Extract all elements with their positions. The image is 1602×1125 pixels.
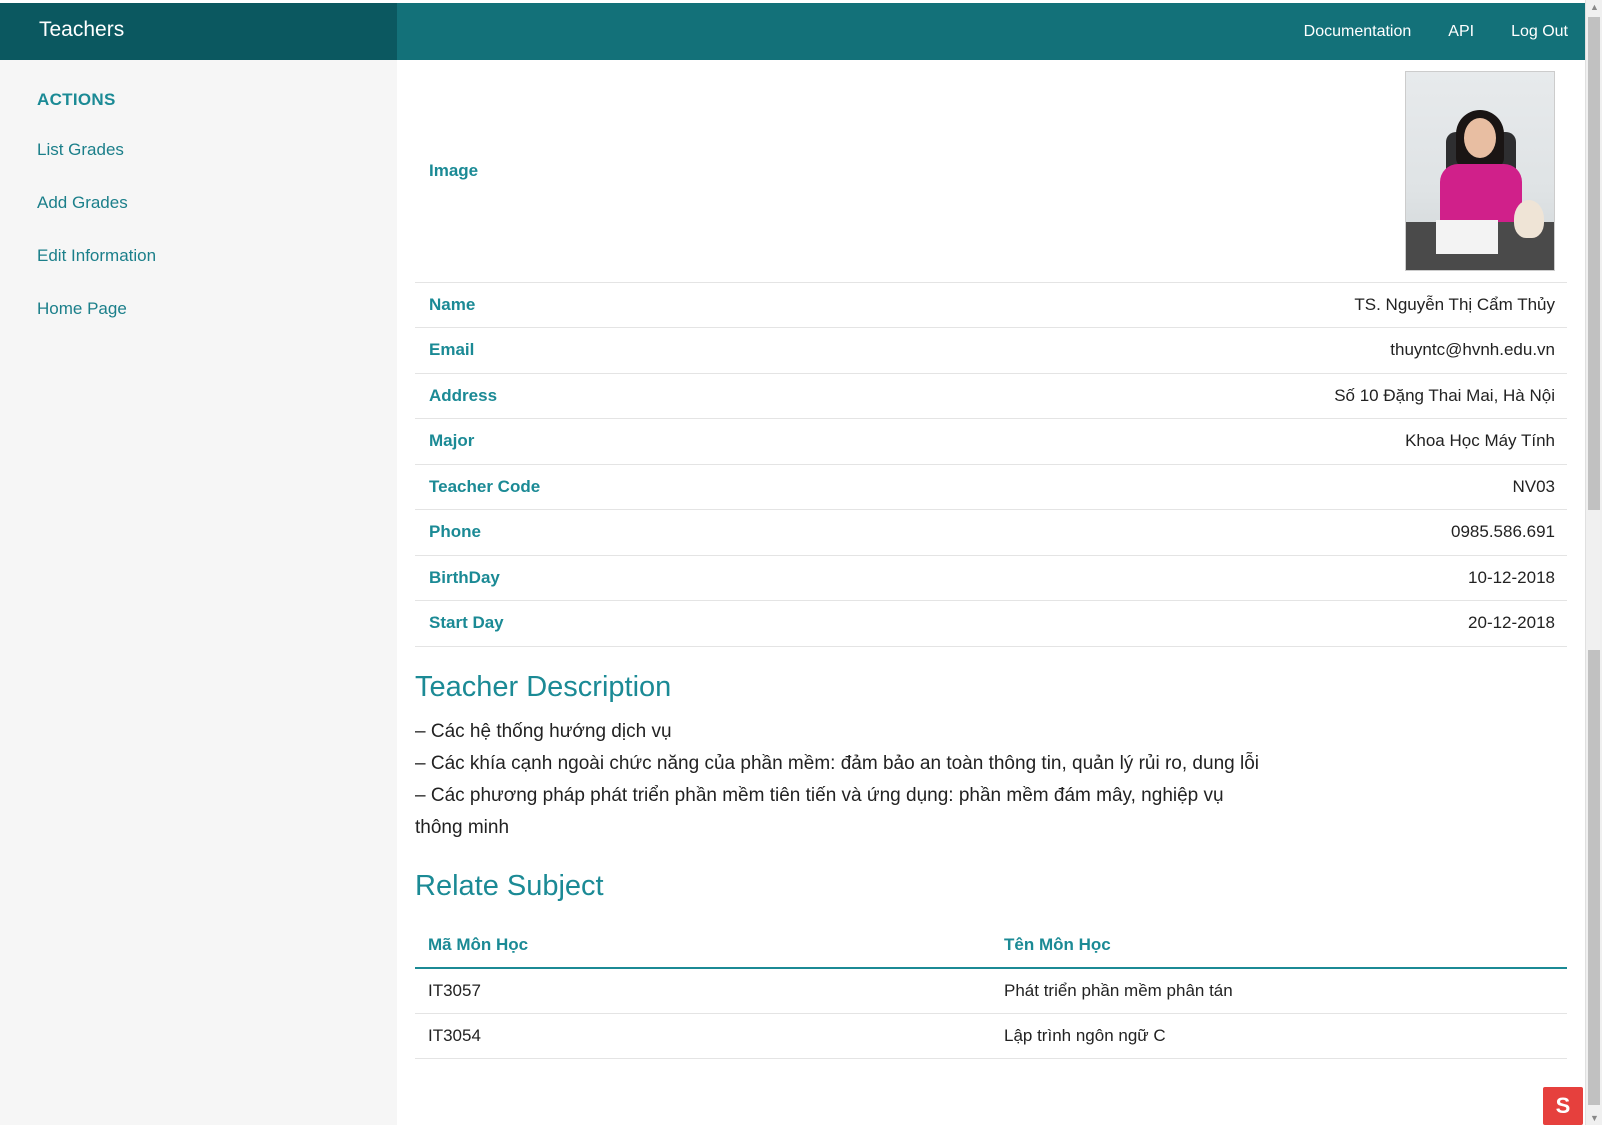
info-label: Teacher Code (415, 464, 818, 510)
scroll-thumb-lower[interactable] (1588, 650, 1600, 1105)
info-label: BirthDay (415, 555, 818, 601)
info-value: thuyntc@hvnh.edu.vn (817, 327, 1567, 374)
info-value: 10-12-2018 (817, 555, 1567, 601)
subject-name: Lập trình ngôn ngữ C (991, 1013, 1567, 1059)
top-nav-links: Documentation API Log Out (1304, 3, 1568, 60)
sidebar-item-home-page[interactable]: Home Page (37, 299, 127, 319)
teacher-photo (1405, 70, 1555, 271)
info-row-start-day: Start Day 20-12-2018 (415, 600, 1567, 647)
scroll-down-arrow-icon[interactable]: ▼ (1590, 1113, 1599, 1123)
info-value: Khoa Học Máy Tính (817, 418, 1567, 465)
sidebar-item-add-grades[interactable]: Add Grades (37, 193, 128, 213)
info-label: Image (415, 60, 818, 283)
info-value: 0985.586.691 (817, 509, 1567, 556)
subject-name: Phát triển phần mềm phân tán (991, 967, 1567, 1014)
info-label: Start Day (415, 600, 818, 647)
scroll-up-arrow-icon[interactable]: ▲ (1590, 2, 1599, 12)
teacher-description: – Các hệ thống hướng dịch vụ – Các khía … (415, 716, 1275, 844)
info-label: Major (415, 418, 818, 465)
info-row-teacher-code: Teacher Code NV03 (415, 464, 1567, 510)
info-label: Name (415, 282, 818, 328)
info-row-major: Major Khoa Học Máy Tính (415, 418, 1567, 465)
info-value: 20-12-2018 (817, 600, 1567, 647)
table-row: IT3057 Phát triển phần mềm phân tán (415, 967, 1567, 1014)
sidebar-item-edit-information[interactable]: Edit Information (37, 246, 156, 266)
description-title: Teacher Description (415, 670, 672, 703)
nav-logout-link[interactable]: Log Out (1511, 23, 1568, 41)
nav-documentation-link[interactable]: Documentation (1304, 23, 1412, 41)
info-value: Số 10 Đặng Thai Mai, Hà Nội (817, 373, 1567, 419)
subjects-title: Relate Subject (415, 869, 604, 902)
top-navbar: Teachers Documentation API Log Out (0, 0, 1585, 60)
info-label: Email (415, 327, 818, 374)
teacher-info-table: Image Name TS. Nguyễn Thị Cẩm Thủy Email… (415, 60, 1567, 647)
nav-api-link[interactable]: API (1448, 23, 1474, 41)
brand-title[interactable]: Teachers (0, 3, 397, 60)
sidebar-item-list-grades[interactable]: List Grades (37, 140, 124, 160)
info-row-name: Name TS. Nguyễn Thị Cẩm Thủy (415, 282, 1567, 328)
page-scrollbar[interactable]: ▲ ▼ (1585, 0, 1602, 1125)
subject-code: IT3054 (415, 1013, 991, 1059)
table-row: IT3054 Lập trình ngôn ngữ C (415, 1013, 1567, 1059)
info-row-birthday: BirthDay 10-12-2018 (415, 555, 1567, 601)
info-row-address: Address Số 10 Đặng Thai Mai, Hà Nội (415, 373, 1567, 419)
scroll-thumb[interactable] (1588, 17, 1600, 510)
description-line: – Các hệ thống hướng dịch vụ (415, 720, 672, 742)
description-line: – Các phương pháp phát triển phần mềm ti… (415, 784, 1224, 838)
sidebar-heading: ACTIONS (37, 90, 116, 109)
info-label: Phone (415, 509, 818, 556)
main-content: Image Name TS. Nguyễn Thị Cẩm Thủy Email… (415, 60, 1567, 1059)
info-row-email: Email thuyntc@hvnh.edu.vn (415, 327, 1567, 374)
info-row-image: Image (415, 60, 1567, 283)
subjects-table: Mã Môn Học Tên Môn Học IT3057 Phát triển… (415, 922, 1567, 1060)
description-line: – Các khía cạnh ngoài chức năng của phần… (415, 752, 1259, 774)
red-s-badge-icon[interactable]: S (1543, 1087, 1583, 1125)
subject-code: IT3057 (415, 967, 991, 1014)
sidebar: ACTIONS List Grades Add Grades Edit Info… (0, 60, 397, 1125)
info-value: NV03 (817, 464, 1567, 510)
column-header-code[interactable]: Mã Môn Học (415, 922, 991, 969)
info-value: TS. Nguyễn Thị Cẩm Thủy (817, 282, 1567, 328)
info-row-phone: Phone 0985.586.691 (415, 509, 1567, 556)
column-header-name[interactable]: Tên Môn Học (991, 922, 1567, 969)
info-label: Address (415, 373, 818, 419)
